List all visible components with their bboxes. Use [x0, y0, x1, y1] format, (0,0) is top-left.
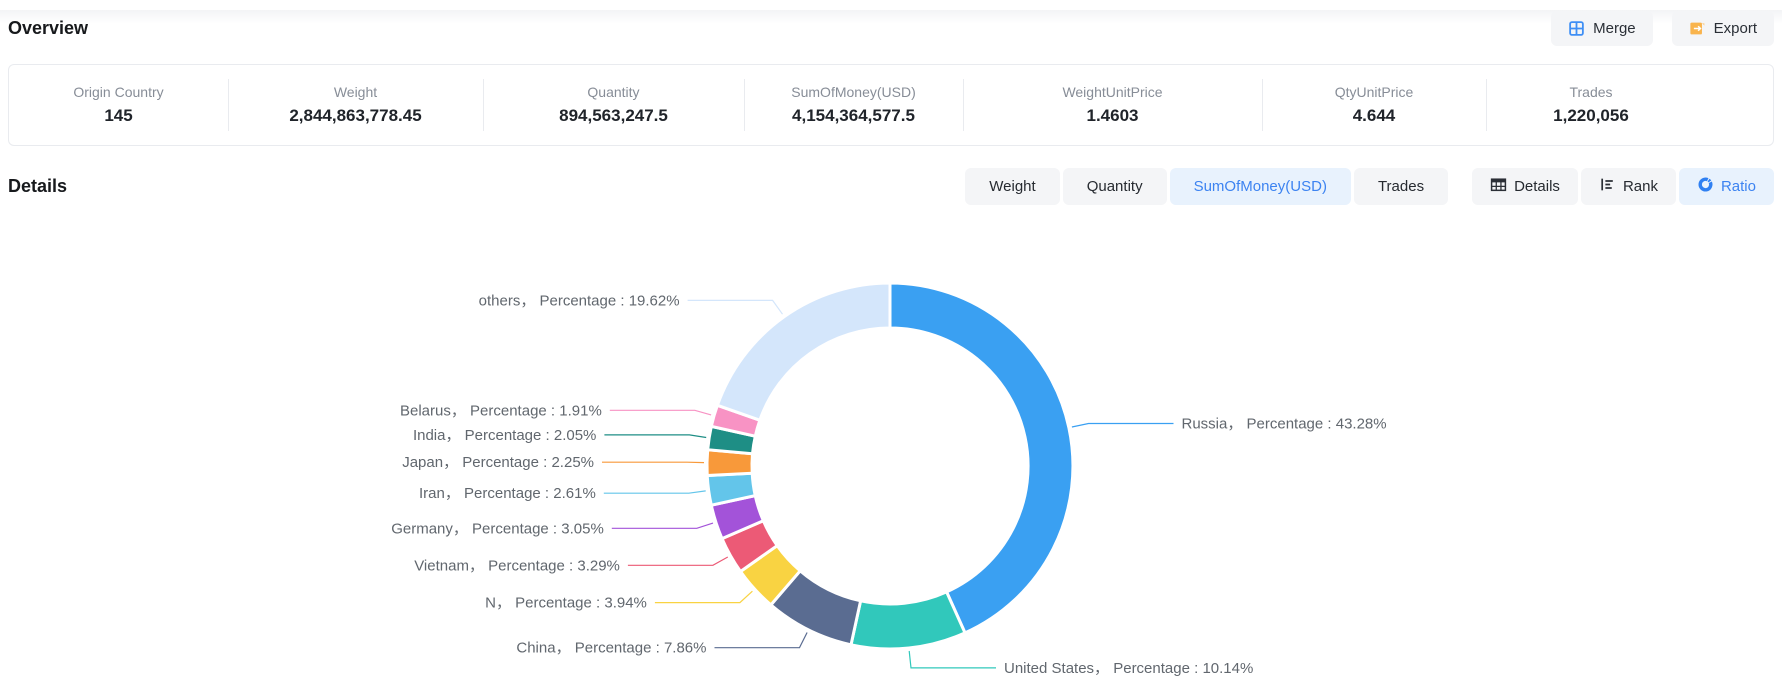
- stat-value: 1,220,056: [1553, 106, 1629, 126]
- details-header: Details Weight Quantity SumOfMoney(USD) Tra…: [8, 167, 1774, 205]
- stat-cell-origin-country: Origin Country 145: [9, 65, 228, 145]
- merge-button-label: Merge: [1593, 20, 1636, 37]
- stat-cell-weightunitprice: WeightUnitPrice 1.4603: [963, 65, 1262, 145]
- donut-icon: [1697, 176, 1714, 197]
- stat-label: Quantity: [587, 84, 639, 100]
- stat-cell-weight: Weight 2,844,863,778.45: [228, 65, 483, 145]
- stat-label: QtyUnitPrice: [1335, 84, 1414, 100]
- label-line-n: [655, 591, 753, 602]
- label-line-germany: [612, 523, 713, 528]
- metric-tab-sumofmoney-usd-[interactable]: SumOfMoney(USD): [1170, 168, 1351, 205]
- metric-tab-label: Quantity: [1087, 178, 1143, 195]
- ratio-donut-chart: Russia， Percentage : 43.28% United States…: [0, 205, 1782, 683]
- view-tab-label: Details: [1514, 178, 1560, 195]
- merge-button[interactable]: Merge: [1551, 11, 1653, 46]
- slice-label-japan: Japan， Percentage : 2.25%: [402, 454, 594, 471]
- view-tab-ratio[interactable]: Ratio: [1679, 168, 1774, 205]
- stat-cell-qtyunitprice: QtyUnitPrice 4.644: [1262, 65, 1486, 145]
- view-tab-label: Rank: [1623, 178, 1658, 195]
- merge-icon: [1568, 20, 1585, 37]
- label-line-russia: [1072, 424, 1174, 428]
- stat-label: SumOfMoney(USD): [791, 84, 915, 100]
- rank-icon: [1599, 176, 1616, 197]
- view-tabs: Details Rank Ratio: [1472, 168, 1774, 205]
- table-icon: [1490, 176, 1507, 197]
- slice-label-china: China， Percentage : 7.86%: [516, 640, 706, 657]
- overview-stats-card: Origin Country 145 Weight 2,844,863,778.45 Q…: [8, 64, 1774, 146]
- donut-slice-others[interactable]: [717, 283, 890, 420]
- trade-dashboard: Overview Merge Export Origin Country 145 W…: [0, 10, 1782, 688]
- export-button[interactable]: Export: [1672, 11, 1774, 46]
- stat-cell-sumofmoney-usd-: SumOfMoney(USD) 4,154,364,577.5: [744, 65, 963, 145]
- stat-label: Weight: [334, 84, 377, 100]
- view-tab-rank[interactable]: Rank: [1581, 168, 1676, 205]
- view-tab-label: Ratio: [1721, 178, 1756, 195]
- slice-label-india: India， Percentage : 2.05%: [413, 427, 596, 444]
- slice-label-vietnam: Vietnam， Percentage : 3.29%: [414, 557, 620, 574]
- slice-label-n: N， Percentage : 3.94%: [485, 595, 647, 612]
- label-line-china: [715, 633, 808, 648]
- stat-value: 894,563,247.5: [559, 106, 668, 126]
- stat-label: Origin Country: [73, 84, 163, 100]
- stat-label: Trades: [1569, 84, 1612, 100]
- export-button-label: Export: [1714, 20, 1757, 37]
- top-actions: Merge Export: [1551, 11, 1774, 46]
- overview-header: Overview Merge Export: [8, 10, 1774, 46]
- overview-title: Overview: [8, 18, 88, 39]
- metric-tab-label: Trades: [1378, 178, 1424, 195]
- slice-label-russia: Russia， Percentage : 43.28%: [1182, 416, 1387, 433]
- metric-tab-trades[interactable]: Trades: [1354, 168, 1448, 205]
- stat-label: WeightUnitPrice: [1062, 84, 1162, 100]
- slice-label-united-states: United States， Percentage : 10.14%: [1004, 660, 1253, 677]
- stat-spacer: [1696, 65, 1773, 145]
- label-line-vietnam: [628, 557, 728, 565]
- label-line-india: [604, 435, 706, 438]
- export-icon: [1689, 20, 1706, 37]
- metric-tab-quantity[interactable]: Quantity: [1063, 168, 1167, 205]
- stat-value: 145: [104, 106, 132, 126]
- view-tab-details[interactable]: Details: [1472, 168, 1578, 205]
- donut-chart-svg: Russia， Percentage : 43.28% United States…: [0, 205, 1782, 683]
- slice-label-germany: Germany， Percentage : 3.05%: [391, 520, 604, 537]
- stat-cell-quantity: Quantity 894,563,247.5: [483, 65, 744, 145]
- metric-tabs: Weight Quantity SumOfMoney(USD) Trades: [965, 168, 1448, 205]
- label-line-belarus: [610, 410, 711, 415]
- label-line-united-states: [909, 651, 996, 668]
- details-title: Details: [8, 176, 67, 197]
- metric-tab-label: SumOfMoney(USD): [1194, 178, 1327, 195]
- label-line-others: [688, 300, 783, 314]
- stat-value: 1.4603: [1087, 106, 1139, 126]
- label-line-iran: [604, 491, 706, 493]
- donut-slice-united-states[interactable]: [851, 592, 965, 649]
- metric-tab-weight[interactable]: Weight: [965, 168, 1059, 205]
- stat-cell-trades: Trades 1,220,056: [1486, 65, 1696, 145]
- stat-value: 4.644: [1353, 106, 1396, 126]
- stat-value: 2,844,863,778.45: [289, 106, 421, 126]
- slice-label-others: others， Percentage : 19.62%: [479, 292, 680, 309]
- slice-label-belarus: Belarus， Percentage : 1.91%: [400, 402, 602, 419]
- metric-tab-label: Weight: [989, 178, 1035, 195]
- stat-value: 4,154,364,577.5: [792, 106, 915, 126]
- donut-slice-russia[interactable]: [890, 283, 1073, 633]
- slice-label-iran: Iran， Percentage : 2.61%: [419, 485, 596, 502]
